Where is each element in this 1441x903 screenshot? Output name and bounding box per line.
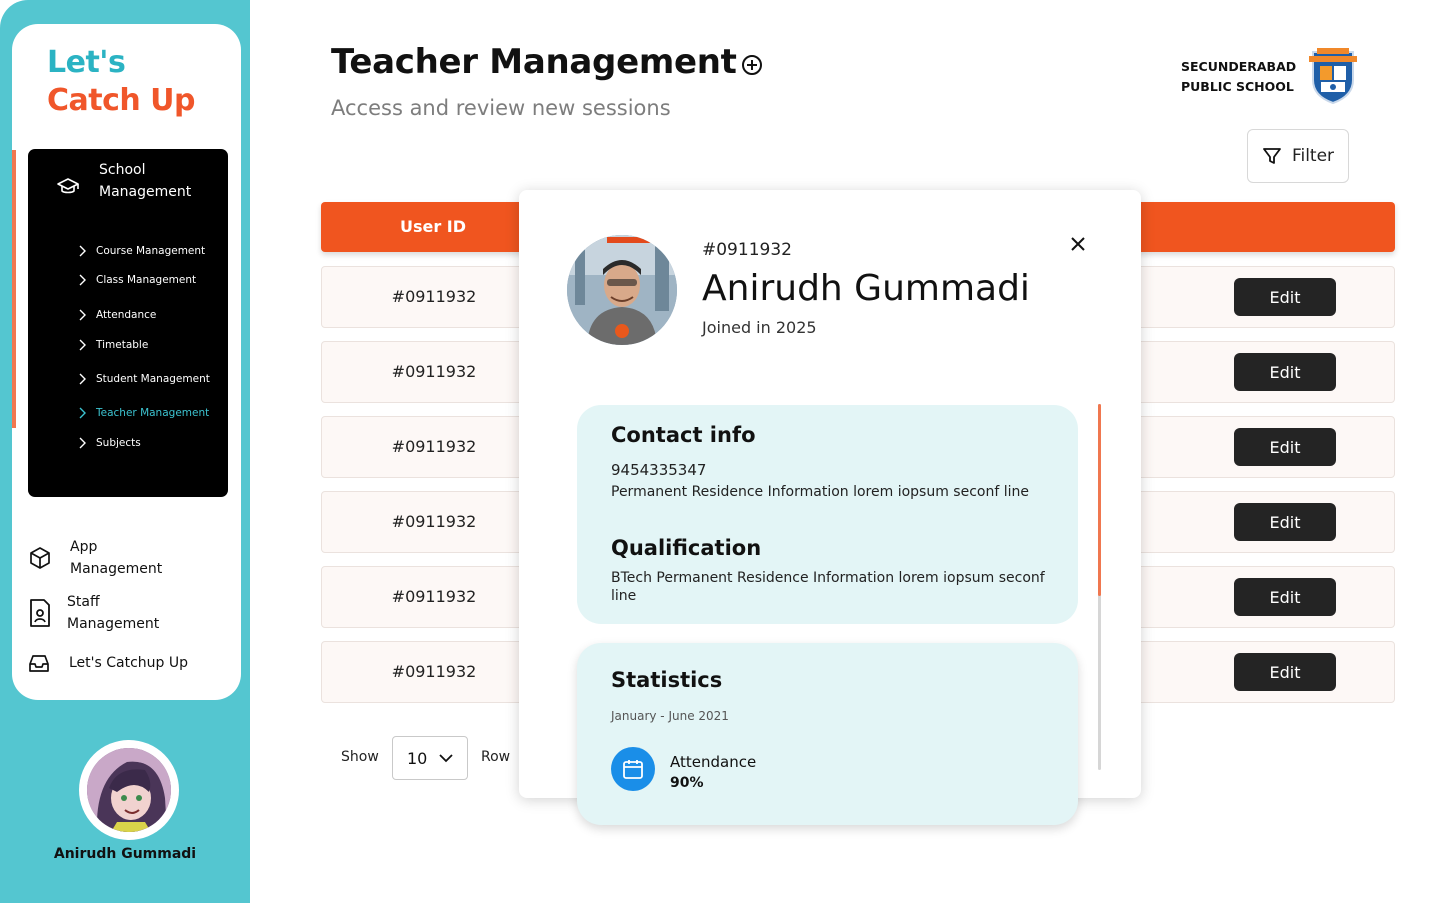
chevron-right-icon <box>79 407 86 419</box>
row-user-id: #0911932 <box>391 662 477 681</box>
anime-avatar-illustration <box>87 748 171 832</box>
statistics-heading: Statistics <box>611 668 723 692</box>
nav-staff-management[interactable]: Staff Management <box>28 591 187 635</box>
graduation-cap-icon <box>57 178 79 194</box>
sidebar-panel: Let's Catch Up School Management Course … <box>12 24 241 700</box>
chevron-right-icon <box>79 274 86 286</box>
teacher-photo <box>567 235 677 345</box>
close-icon[interactable] <box>1068 234 1088 254</box>
menu-item-label: Timetable <box>96 339 149 351</box>
rows-per-page-value: 10 <box>407 748 428 768</box>
school-management-label: School Management <box>99 162 192 200</box>
row-user-id: #0911932 <box>391 287 477 306</box>
qualification-heading: Qualification <box>611 536 762 560</box>
user-avatar-image <box>87 748 171 832</box>
chevron-right-icon <box>79 309 86 321</box>
filter-icon <box>1263 148 1281 164</box>
nav-app-management[interactable]: App Management <box>28 536 190 580</box>
menu-class-management[interactable]: Class Management <box>76 271 196 289</box>
chevron-right-icon <box>79 245 86 257</box>
row-user-id: #0911932 <box>391 362 477 381</box>
attendance-value: 90% <box>670 775 704 791</box>
edit-button[interactable]: Edit <box>1234 503 1336 541</box>
show-label: Show <box>341 749 379 765</box>
edit-button[interactable]: Edit <box>1234 578 1336 616</box>
logo-line1: Let's <box>47 45 126 80</box>
page-subtitle: Access and review new sessions <box>331 96 671 120</box>
nav-label: Staff Management <box>67 594 160 632</box>
inbox-icon <box>29 655 49 672</box>
menu-timetable[interactable]: Timetable <box>76 336 148 354</box>
modal-teacher-name: Anirudh Gummadi <box>702 268 1030 309</box>
row-user-id: #0911932 <box>391 437 477 456</box>
teacher-avatar <box>567 235 677 345</box>
chevron-right-icon <box>79 437 86 449</box>
column-header-user-id[interactable]: User ID <box>321 217 545 236</box>
app-root: Let's Catch Up School Management Course … <box>0 0 1441 903</box>
school-name-line1: SECUNDERABAD <box>1181 59 1297 74</box>
menu-student-management[interactable]: Student Management <box>76 370 210 388</box>
avatar[interactable] <box>79 740 179 840</box>
menu-item-label: Attendance <box>96 309 157 321</box>
qualification-text: BTech Permanent Residence Information lo… <box>611 570 1045 604</box>
modal-user-id: #0911932 <box>702 240 792 260</box>
menu-item-label: Subjects <box>96 437 141 449</box>
sidebar-accent-bar <box>12 150 16 428</box>
filter-button[interactable]: Filter <box>1247 129 1349 183</box>
menu-item-label: Student Management <box>96 373 210 385</box>
menu-item-label: Course Management <box>96 245 206 257</box>
chevron-down-icon <box>439 754 453 763</box>
chevron-right-icon <box>79 373 86 385</box>
statistics-card: Statistics January - June 2021 Attendanc… <box>577 643 1078 825</box>
school-management-menu: School Management Course Management Clas… <box>28 149 228 497</box>
modal-scrollbar-thumb[interactable] <box>1098 404 1101 596</box>
chevron-right-icon <box>79 339 86 351</box>
cube-icon <box>30 547 50 569</box>
row-user-id: #0911932 <box>391 587 477 606</box>
statistics-period: January - June 2021 <box>611 709 729 723</box>
contact-address: Permanent Residence Information lorem io… <box>611 484 1029 500</box>
contact-info-card: Contact info 9454335347 Permanent Reside… <box>577 405 1078 624</box>
school-name-line2: PUBLIC SCHOOL <box>1181 79 1294 94</box>
edit-button[interactable]: Edit <box>1234 278 1336 316</box>
attendance-label: Attendance <box>670 753 757 771</box>
edit-button[interactable]: Edit <box>1234 428 1336 466</box>
filter-label: Filter <box>1291 146 1335 166</box>
contact-phone: 9454335347 <box>611 461 707 479</box>
user-name: Anirudh Gummadi <box>53 846 197 862</box>
app-logo[interactable]: Let's Catch Up <box>47 44 196 120</box>
calendar-icon <box>611 747 655 791</box>
logo-line2: Catch Up <box>47 83 196 118</box>
menu-attendance[interactable]: Attendance <box>76 306 156 324</box>
rows-per-page-select[interactable]: 10 <box>392 736 468 780</box>
add-circle-icon[interactable] <box>740 53 764 77</box>
menu-item-label: Class Management <box>96 274 197 286</box>
menu-teacher-management[interactable]: Teacher Management <box>76 404 209 422</box>
row-user-id: #0911932 <box>391 512 477 531</box>
menu-item-label: Teacher Management <box>96 407 210 419</box>
school-management-header[interactable]: School Management <box>28 157 228 207</box>
row-label: Row <box>481 749 511 765</box>
modal-joined-date: Joined in 2025 <box>702 318 817 337</box>
menu-course-management[interactable]: Course Management <box>76 242 205 260</box>
nav-catchup[interactable]: Let's Catchup Up <box>28 652 188 674</box>
school-name: SECUNDERABAD PUBLIC SCHOOL <box>1181 57 1296 97</box>
edit-button[interactable]: Edit <box>1234 353 1336 391</box>
nav-label: App Management <box>70 539 163 577</box>
contact-info-heading: Contact info <box>611 423 756 447</box>
staff-badge-icon <box>30 599 50 627</box>
nav-label: Let's Catchup Up <box>69 655 189 671</box>
page-title: Teacher Management <box>331 42 737 82</box>
edit-button[interactable]: Edit <box>1234 653 1336 691</box>
menu-subjects[interactable]: Subjects <box>76 434 141 452</box>
school-crest-logo <box>1309 48 1357 104</box>
